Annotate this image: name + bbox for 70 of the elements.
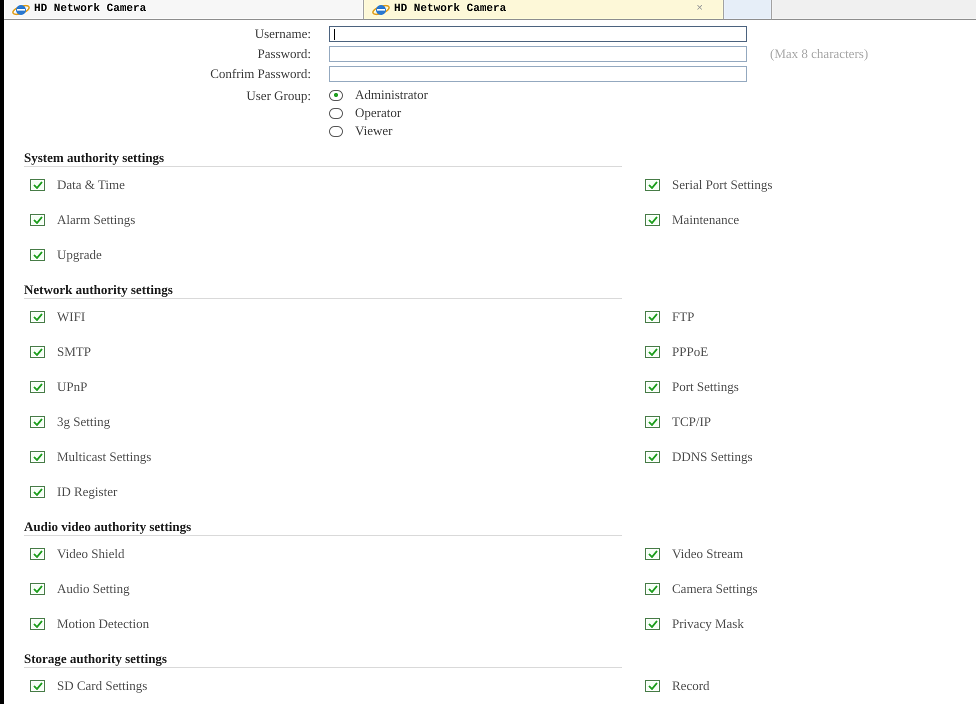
- checkbox-label: ID Register: [57, 482, 118, 501]
- checkbox-label: FTP: [672, 308, 694, 326]
- checkbox-label: PPPoE: [672, 342, 708, 361]
- checkbox-label: Camera Settings: [672, 580, 758, 598]
- checkbox-label: Data & Time: [57, 176, 125, 194]
- checkbox[interactable]: [30, 548, 45, 560]
- checkbox-label: Motion Detection: [57, 614, 150, 633]
- checkbox[interactable]: [645, 346, 660, 358]
- checkbox-label: 3g Setting: [57, 412, 110, 431]
- checkbox[interactable]: [30, 310, 45, 322]
- radio-button[interactable]: [329, 90, 343, 100]
- browser-tab[interactable]: HD Network Camera: [4, 0, 364, 19]
- checkbox[interactable]: [30, 680, 45, 692]
- checkbox[interactable]: [645, 178, 660, 190]
- text-field[interactable]: [329, 46, 747, 62]
- browser-icon: [12, 2, 30, 16]
- checkbox-label: DDNS Settings: [672, 448, 753, 466]
- checkbox[interactable]: [30, 416, 45, 428]
- checkbox-label: Alarm Settings: [57, 210, 136, 229]
- radio-label: Viewer: [355, 122, 392, 140]
- checkbox-label: Maintenance: [672, 210, 740, 229]
- checkbox-label: Multicast Settings: [57, 448, 152, 466]
- checkbox[interactable]: [30, 450, 45, 462]
- checkbox[interactable]: [30, 380, 45, 392]
- field-label: Username:: [254, 25, 312, 44]
- section-title: Storage authority settings: [24, 649, 622, 668]
- checkbox-label: SD Card Settings: [57, 676, 148, 695]
- checkbox-label: Audio Setting: [57, 580, 130, 598]
- section-title: Audio video authority settings: [24, 517, 622, 536]
- section-title: Network authority settings: [24, 280, 622, 299]
- checkbox[interactable]: [645, 548, 660, 560]
- checkbox[interactable]: [645, 582, 660, 594]
- checkbox[interactable]: [645, 618, 660, 630]
- checkbox[interactable]: [645, 310, 660, 322]
- checkbox[interactable]: [645, 380, 660, 392]
- field-label: User Group:: [245, 87, 312, 104]
- hint-text: (Max 8 characters): [770, 45, 868, 64]
- field-label: Password:: [256, 45, 312, 64]
- checkbox-label: Serial Port Settings: [672, 176, 772, 194]
- checkbox-label: Privacy Mask: [672, 614, 744, 633]
- radio-label: Operator: [355, 104, 402, 122]
- checkbox[interactable]: [645, 680, 660, 692]
- text-field[interactable]: [329, 66, 747, 82]
- checkbox-label: Port Settings: [672, 378, 739, 396]
- browser-icon: [372, 2, 390, 16]
- checkbox[interactable]: [30, 346, 45, 358]
- field-label: Confrim Password:: [209, 65, 312, 84]
- checkbox-label: UPnP: [57, 378, 88, 396]
- checkbox-label: TCP/IP: [672, 412, 712, 431]
- checkbox-label: WIFI: [57, 308, 86, 326]
- checkbox-label: Video Shield: [57, 544, 124, 563]
- browser-tab[interactable]: HD Network Camera ×: [364, 0, 724, 19]
- checkbox-label: Upgrade: [57, 246, 102, 264]
- checkbox[interactable]: [30, 178, 45, 190]
- checkbox[interactable]: [645, 214, 660, 226]
- checkbox[interactable]: [30, 248, 45, 260]
- radio-label: Administrator: [355, 86, 428, 104]
- checkbox-label: SMTP: [57, 342, 91, 361]
- radio-button[interactable]: [329, 108, 343, 118]
- section-title: System authority settings: [24, 148, 622, 167]
- checkbox[interactable]: [30, 582, 45, 594]
- checkbox[interactable]: [30, 214, 45, 226]
- checkbox[interactable]: [30, 486, 45, 498]
- checkbox[interactable]: [645, 450, 660, 462]
- checkbox[interactable]: [645, 416, 660, 428]
- radio-button[interactable]: [329, 126, 343, 136]
- checkbox-label: Video Stream: [672, 544, 744, 563]
- checkbox-label: Record: [672, 676, 710, 695]
- text-field[interactable]: [329, 26, 747, 42]
- checkbox[interactable]: [30, 618, 45, 630]
